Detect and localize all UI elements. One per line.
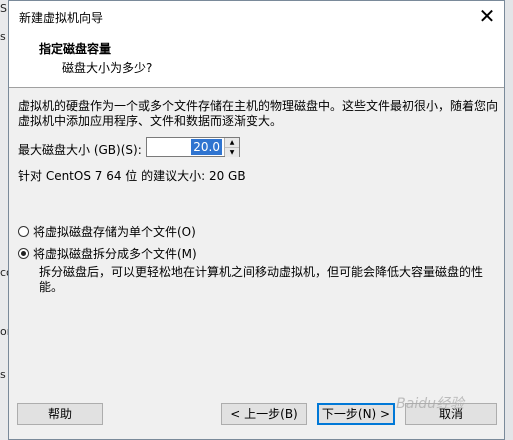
new-vm-wizard-dialog: 新建虚拟机向导 ✕ 指定磁盘容量 磁盘大小为多少? 虚拟机的硬盘作为一个或多个文… xyxy=(8,0,505,440)
radio-checked-icon[interactable] xyxy=(18,248,29,259)
page-title: 指定磁盘容量 xyxy=(39,42,112,56)
description-text: 虚拟机的硬盘作为一个或多个文件存储在主机的物理磁盘中。这些文件最初很小，随着您向… xyxy=(18,99,499,128)
spin-down-icon[interactable]: ▼ xyxy=(225,148,239,157)
spin-buttons: ▲ ▼ xyxy=(224,138,239,157)
single-file-option[interactable]: 将虚拟磁盘存储为单个文件(O) xyxy=(18,223,196,240)
baidu-watermark: Baidu经验 xyxy=(396,396,464,412)
help-button[interactable]: 帮助 xyxy=(17,403,103,425)
close-button[interactable]: ✕ xyxy=(470,1,504,31)
back-button[interactable]: < 上一步(B) xyxy=(221,403,307,425)
background-text: S xyxy=(0,2,7,15)
max-disk-size-spinbox[interactable]: 20.0 ▲ ▼ xyxy=(146,137,240,157)
multiple-files-option[interactable]: 将虚拟磁盘拆分成多个文件(M) xyxy=(18,245,197,262)
recommended-size-text: 针对 CentOS 7 64 位 的建议大小: 20 GB xyxy=(18,169,246,183)
wizard-header: 指定磁盘容量 磁盘大小为多少? xyxy=(9,31,504,88)
single-file-label: 将虚拟磁盘存储为单个文件(O) xyxy=(33,225,196,239)
multiple-files-label: 将虚拟磁盘拆分成多个文件(M) xyxy=(33,247,197,261)
max-disk-size-input[interactable]: 20.0 xyxy=(191,139,222,155)
split-disk-note: 拆分磁盘后，可以更轻松地在计算机之间移动虚拟机，但可能会降低大容量磁盘的性能。 xyxy=(39,265,484,294)
title-bar: 新建虚拟机向导 ✕ xyxy=(9,1,504,31)
background-text: s xyxy=(0,368,6,381)
spin-up-icon[interactable]: ▲ xyxy=(225,138,239,148)
background-window-edge xyxy=(505,0,513,440)
background-text: s xyxy=(0,30,6,43)
window-title: 新建虚拟机向导 xyxy=(19,11,104,25)
close-icon: ✕ xyxy=(478,4,496,28)
radio-unchecked-icon[interactable] xyxy=(18,226,29,237)
max-disk-size-label: 最大磁盘大小 (GB)(S): xyxy=(18,143,142,157)
page-subtitle: 磁盘大小为多少? xyxy=(62,61,153,75)
next-button[interactable]: 下一步(N) > xyxy=(317,403,395,425)
